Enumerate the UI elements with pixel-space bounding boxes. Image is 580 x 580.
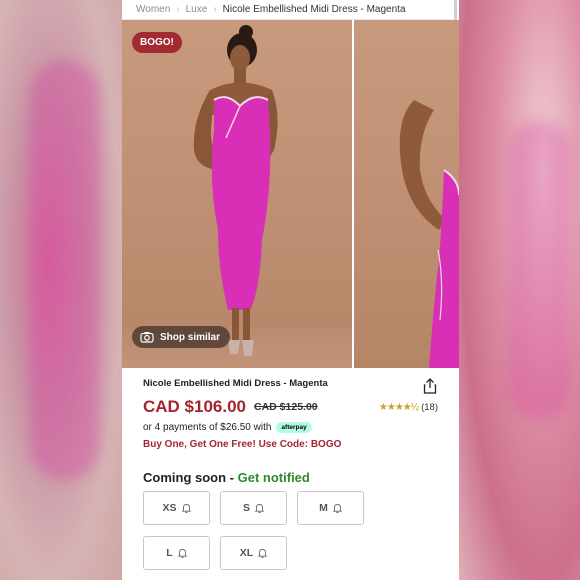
star-rating-icon: ★★★★½: [378, 401, 419, 413]
size-label: XL: [239, 547, 254, 559]
availability-heading: Coming soon - Get notified: [143, 470, 438, 485]
product-gallery[interactable]: BOGO! Shop similar: [122, 20, 459, 368]
size-option-s[interactable]: S: [220, 491, 287, 525]
bogo-badge: BOGO!: [132, 32, 182, 53]
share-icon[interactable]: [422, 378, 438, 394]
get-notified-link[interactable]: Get notified: [238, 470, 310, 485]
size-label: L: [166, 547, 173, 559]
size-label: M: [319, 502, 328, 514]
size-option-xs[interactable]: XS: [143, 491, 210, 525]
installments-text: or 4 payments of $26.50 with: [143, 422, 272, 433]
bell-icon: [258, 549, 268, 558]
installments-line: or 4 payments of $26.50 with afterpay: [143, 422, 438, 433]
size-option-xl[interactable]: XL: [220, 536, 287, 570]
size-label: S: [242, 502, 250, 514]
product-image-main[interactable]: BOGO! Shop similar: [122, 20, 352, 368]
bell-icon: [332, 504, 342, 513]
review-count: (18): [421, 401, 438, 413]
size-option-m[interactable]: M: [297, 491, 364, 525]
chevron-right-icon: ›: [176, 4, 180, 15]
product-info: Nicole Embellished Midi Dress - Magenta …: [122, 368, 459, 570]
blurred-background-left: [0, 0, 122, 580]
model-photo-closeup: [399, 100, 459, 368]
breadcrumb: Women › Luxe › Nicole Embellished Midi D…: [122, 0, 459, 20]
product-title: Nicole Embellished Midi Dress - Magenta: [143, 378, 328, 389]
breadcrumb-item-luxe[interactable]: Luxe: [186, 4, 208, 15]
breadcrumb-current: Nicole Embellished Midi Dress - Magenta: [222, 4, 406, 15]
size-selector: XS S M L XL: [143, 491, 438, 570]
separator: -: [229, 470, 235, 485]
bell-icon: [181, 504, 191, 513]
bell-icon: [255, 504, 264, 513]
size-label: XS: [162, 502, 177, 514]
breadcrumb-item-women[interactable]: Women: [136, 4, 170, 15]
afterpay-badge[interactable]: afterpay: [276, 422, 312, 433]
chevron-right-icon: ›: [213, 4, 217, 15]
promo-message: Buy One, Get One Free! Use Code: BOGO: [143, 439, 342, 450]
bell-icon: [177, 549, 187, 558]
model-photo: [193, 25, 278, 356]
coming-soon-label: Coming soon: [143, 470, 227, 485]
product-page: Women › Luxe › Nicole Embellished Midi D…: [122, 0, 459, 580]
sale-price: CAD $106.00: [143, 397, 247, 416]
original-price: CAD $125.00: [254, 401, 318, 413]
size-option-l[interactable]: L: [143, 536, 210, 570]
shop-similar-button[interactable]: Shop similar: [132, 326, 231, 348]
product-image-secondary[interactable]: [354, 20, 459, 368]
blurred-background-right: [459, 0, 580, 580]
shop-similar-label: Shop similar: [160, 331, 221, 343]
camera-icon: [140, 332, 154, 343]
rating[interactable]: ★★★★½ (18): [379, 402, 438, 413]
